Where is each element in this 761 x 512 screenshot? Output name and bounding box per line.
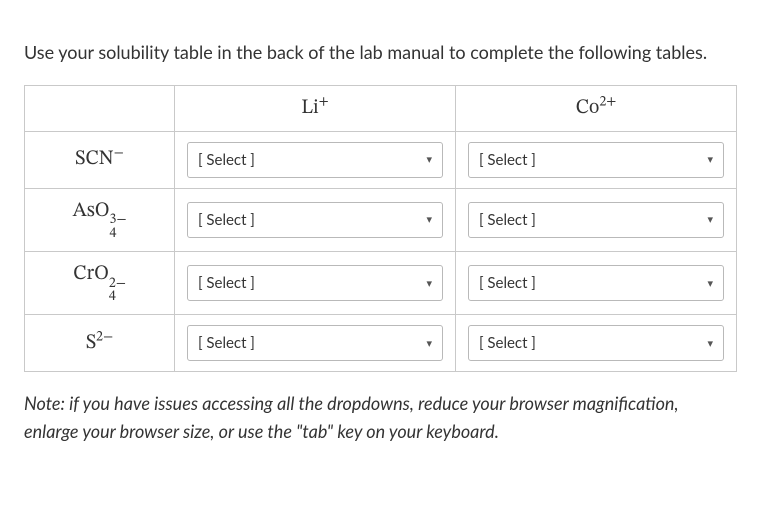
select-value: [ Select ] xyxy=(479,211,536,229)
select-value: [ Select ] xyxy=(198,334,255,352)
instructions-text: Use your solubility table in the back of… xyxy=(24,38,737,67)
chevron-down-icon: ▾ xyxy=(707,213,713,226)
select-value: [ Select ] xyxy=(198,211,255,229)
select-value: [ Select ] xyxy=(198,151,255,169)
row-label-s: S2− xyxy=(25,315,175,372)
select-s-li[interactable]: [ Select ] ▾ xyxy=(187,325,443,361)
note-text: Note: if you have issues accessing all t… xyxy=(24,390,737,446)
select-cro4-co[interactable]: [ Select ] ▾ xyxy=(468,265,724,301)
chevron-down-icon: ▾ xyxy=(426,153,432,166)
column-header-blank xyxy=(25,85,175,131)
select-value: [ Select ] xyxy=(479,151,536,169)
select-value: [ Select ] xyxy=(198,274,255,292)
row-label-cro4: CrO2−4 xyxy=(25,252,175,315)
row-label-aso4: AsO3−4 xyxy=(25,188,175,251)
table-row: SCN− [ Select ] ▾ [ Select ] ▾ xyxy=(25,131,737,188)
chevron-down-icon: ▾ xyxy=(426,213,432,226)
select-cro4-li[interactable]: [ Select ] ▾ xyxy=(187,265,443,301)
select-s-co[interactable]: [ Select ] ▾ xyxy=(468,325,724,361)
chevron-down-icon: ▾ xyxy=(707,277,713,290)
table-row: AsO3−4 [ Select ] ▾ [ Select ] ▾ xyxy=(25,188,737,251)
chevron-down-icon: ▾ xyxy=(707,337,713,350)
select-scn-li[interactable]: [ Select ] ▾ xyxy=(187,142,443,178)
chevron-down-icon: ▾ xyxy=(707,153,713,166)
select-value: [ Select ] xyxy=(479,274,536,292)
column-header-li: Li+ xyxy=(175,85,456,131)
row-label-scn: SCN− xyxy=(25,131,175,188)
select-aso4-li[interactable]: [ Select ] ▾ xyxy=(187,202,443,238)
chevron-down-icon: ▾ xyxy=(426,337,432,350)
select-value: [ Select ] xyxy=(479,334,536,352)
select-scn-co[interactable]: [ Select ] ▾ xyxy=(468,142,724,178)
chevron-down-icon: ▾ xyxy=(426,277,432,290)
solubility-table: Li+ Co2+ SCN− [ Select ] ▾ [ Select ] ▾ xyxy=(24,85,737,373)
column-header-co: Co2+ xyxy=(456,85,737,131)
select-aso4-co[interactable]: [ Select ] ▾ xyxy=(468,202,724,238)
table-row: S2− [ Select ] ▾ [ Select ] ▾ xyxy=(25,315,737,372)
table-row: CrO2−4 [ Select ] ▾ [ Select ] ▾ xyxy=(25,252,737,315)
